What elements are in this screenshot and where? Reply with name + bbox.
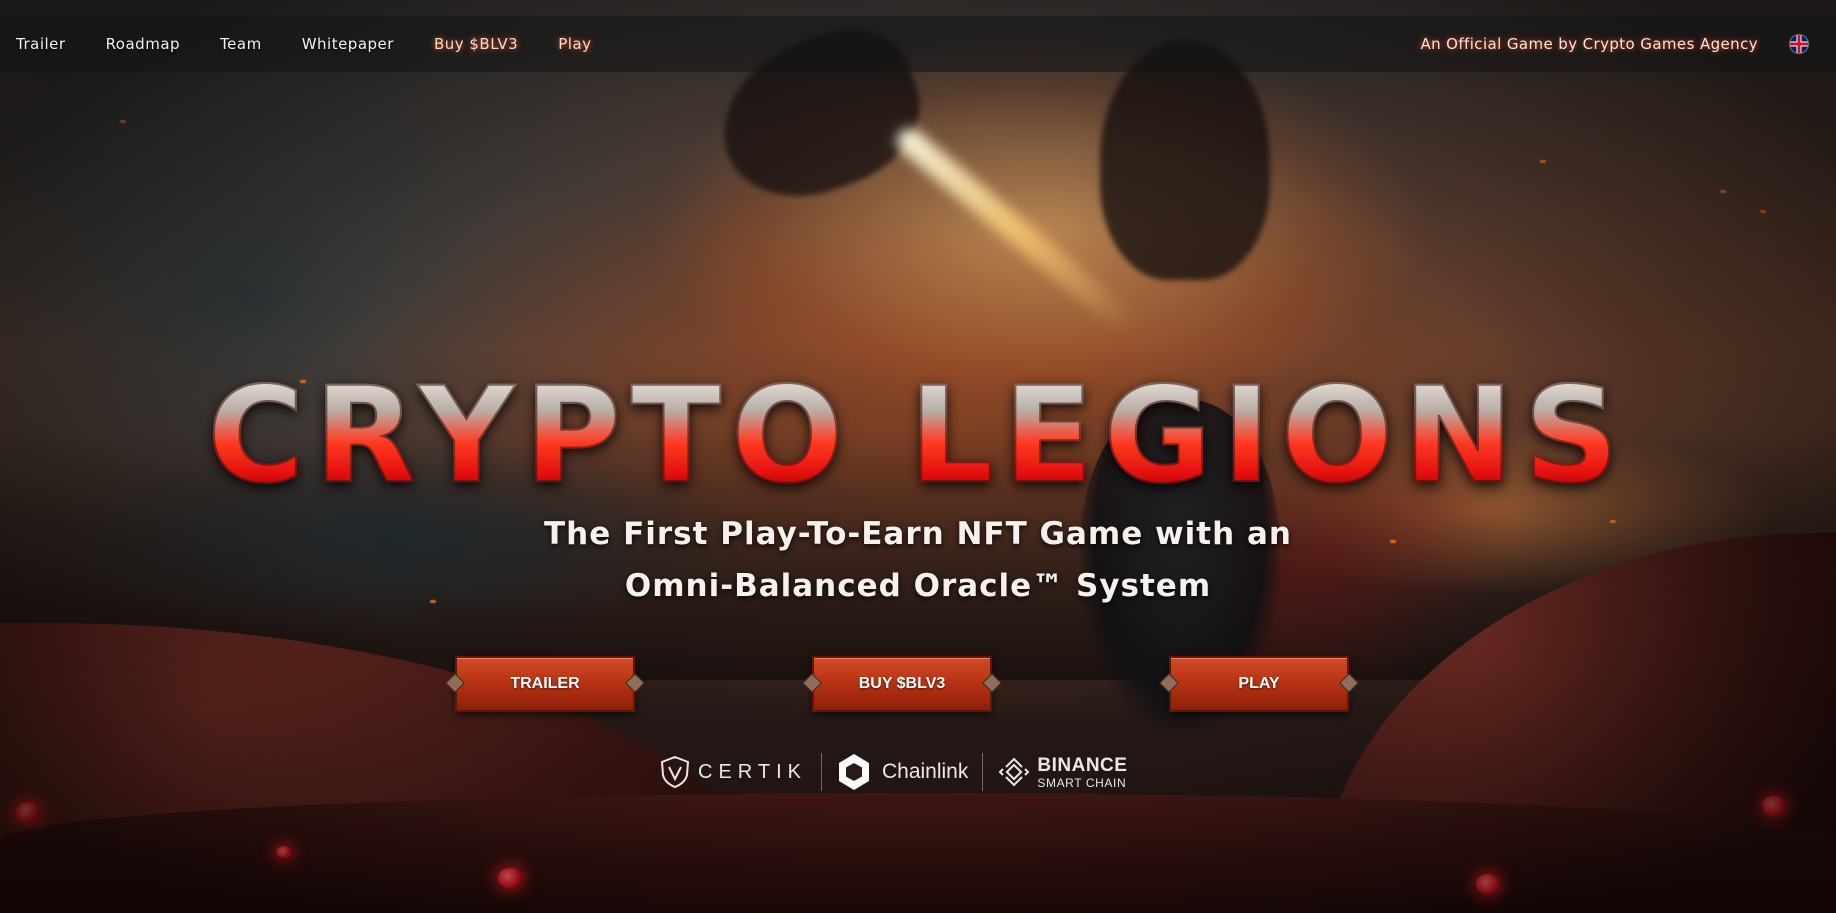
partner-divider xyxy=(982,753,984,791)
smart-chain-label: SMART CHAIN xyxy=(1037,775,1127,790)
buy-token-button[interactable]: BUY $BLV3 xyxy=(812,656,992,712)
official-game-label[interactable]: An Official Game by Crypto Games Agency xyxy=(1420,35,1758,53)
certik-label: CERTIK xyxy=(698,760,807,783)
nav-link-whitepaper[interactable]: Whitepaper xyxy=(302,35,394,53)
top-navigation-bar: Trailer Roadmap Team Whitepaper Buy $BLV… xyxy=(0,16,1836,72)
binance-text: BINANCE SMART CHAIN xyxy=(1037,756,1127,789)
binance-smart-chain-logo[interactable]: BINANCE SMART CHAIN xyxy=(997,755,1127,789)
hero-tagline: The First Play-To-Earn NFT Game with an … xyxy=(0,508,1836,612)
nav-link-roadmap[interactable]: Roadmap xyxy=(106,35,180,53)
partner-logos: CERTIK Chainlink BINANCE SMART CHAIN xyxy=(660,750,1127,794)
play-button[interactable]: PLAY xyxy=(1169,656,1349,712)
nav-link-trailer[interactable]: Trailer xyxy=(16,35,66,53)
nav-link-play[interactable]: Play xyxy=(558,35,591,53)
certik-logo[interactable]: CERTIK xyxy=(660,755,807,789)
chainlink-label: Chainlink xyxy=(881,760,969,783)
tagline-line-1: The First Play-To-Earn NFT Game with an xyxy=(544,516,1292,552)
cta-buttons: TRAILER BUY $BLV3 PLAY xyxy=(0,656,1836,712)
uk-flag-icon[interactable] xyxy=(1790,35,1808,53)
tagline-line-2: Omni-Balanced Oracle™ System xyxy=(624,568,1212,604)
partner-divider xyxy=(820,753,822,791)
binance-label: BINANCE xyxy=(1037,754,1128,776)
chainlink-hexagon-icon xyxy=(838,754,869,790)
main-nav: Trailer Roadmap Team Whitepaper Buy $BLV… xyxy=(16,35,632,53)
nav-link-team[interactable]: Team xyxy=(220,35,262,53)
chainlink-logo[interactable]: Chainlink xyxy=(836,752,968,792)
binance-diamond-icon xyxy=(998,757,1030,787)
trailer-button[interactable]: TRAILER xyxy=(455,656,635,712)
game-logo: CRYPTO LEGIONS xyxy=(0,369,1836,503)
certik-shield-icon xyxy=(660,755,690,789)
nav-link-buy[interactable]: Buy $BLV3 xyxy=(434,35,518,53)
